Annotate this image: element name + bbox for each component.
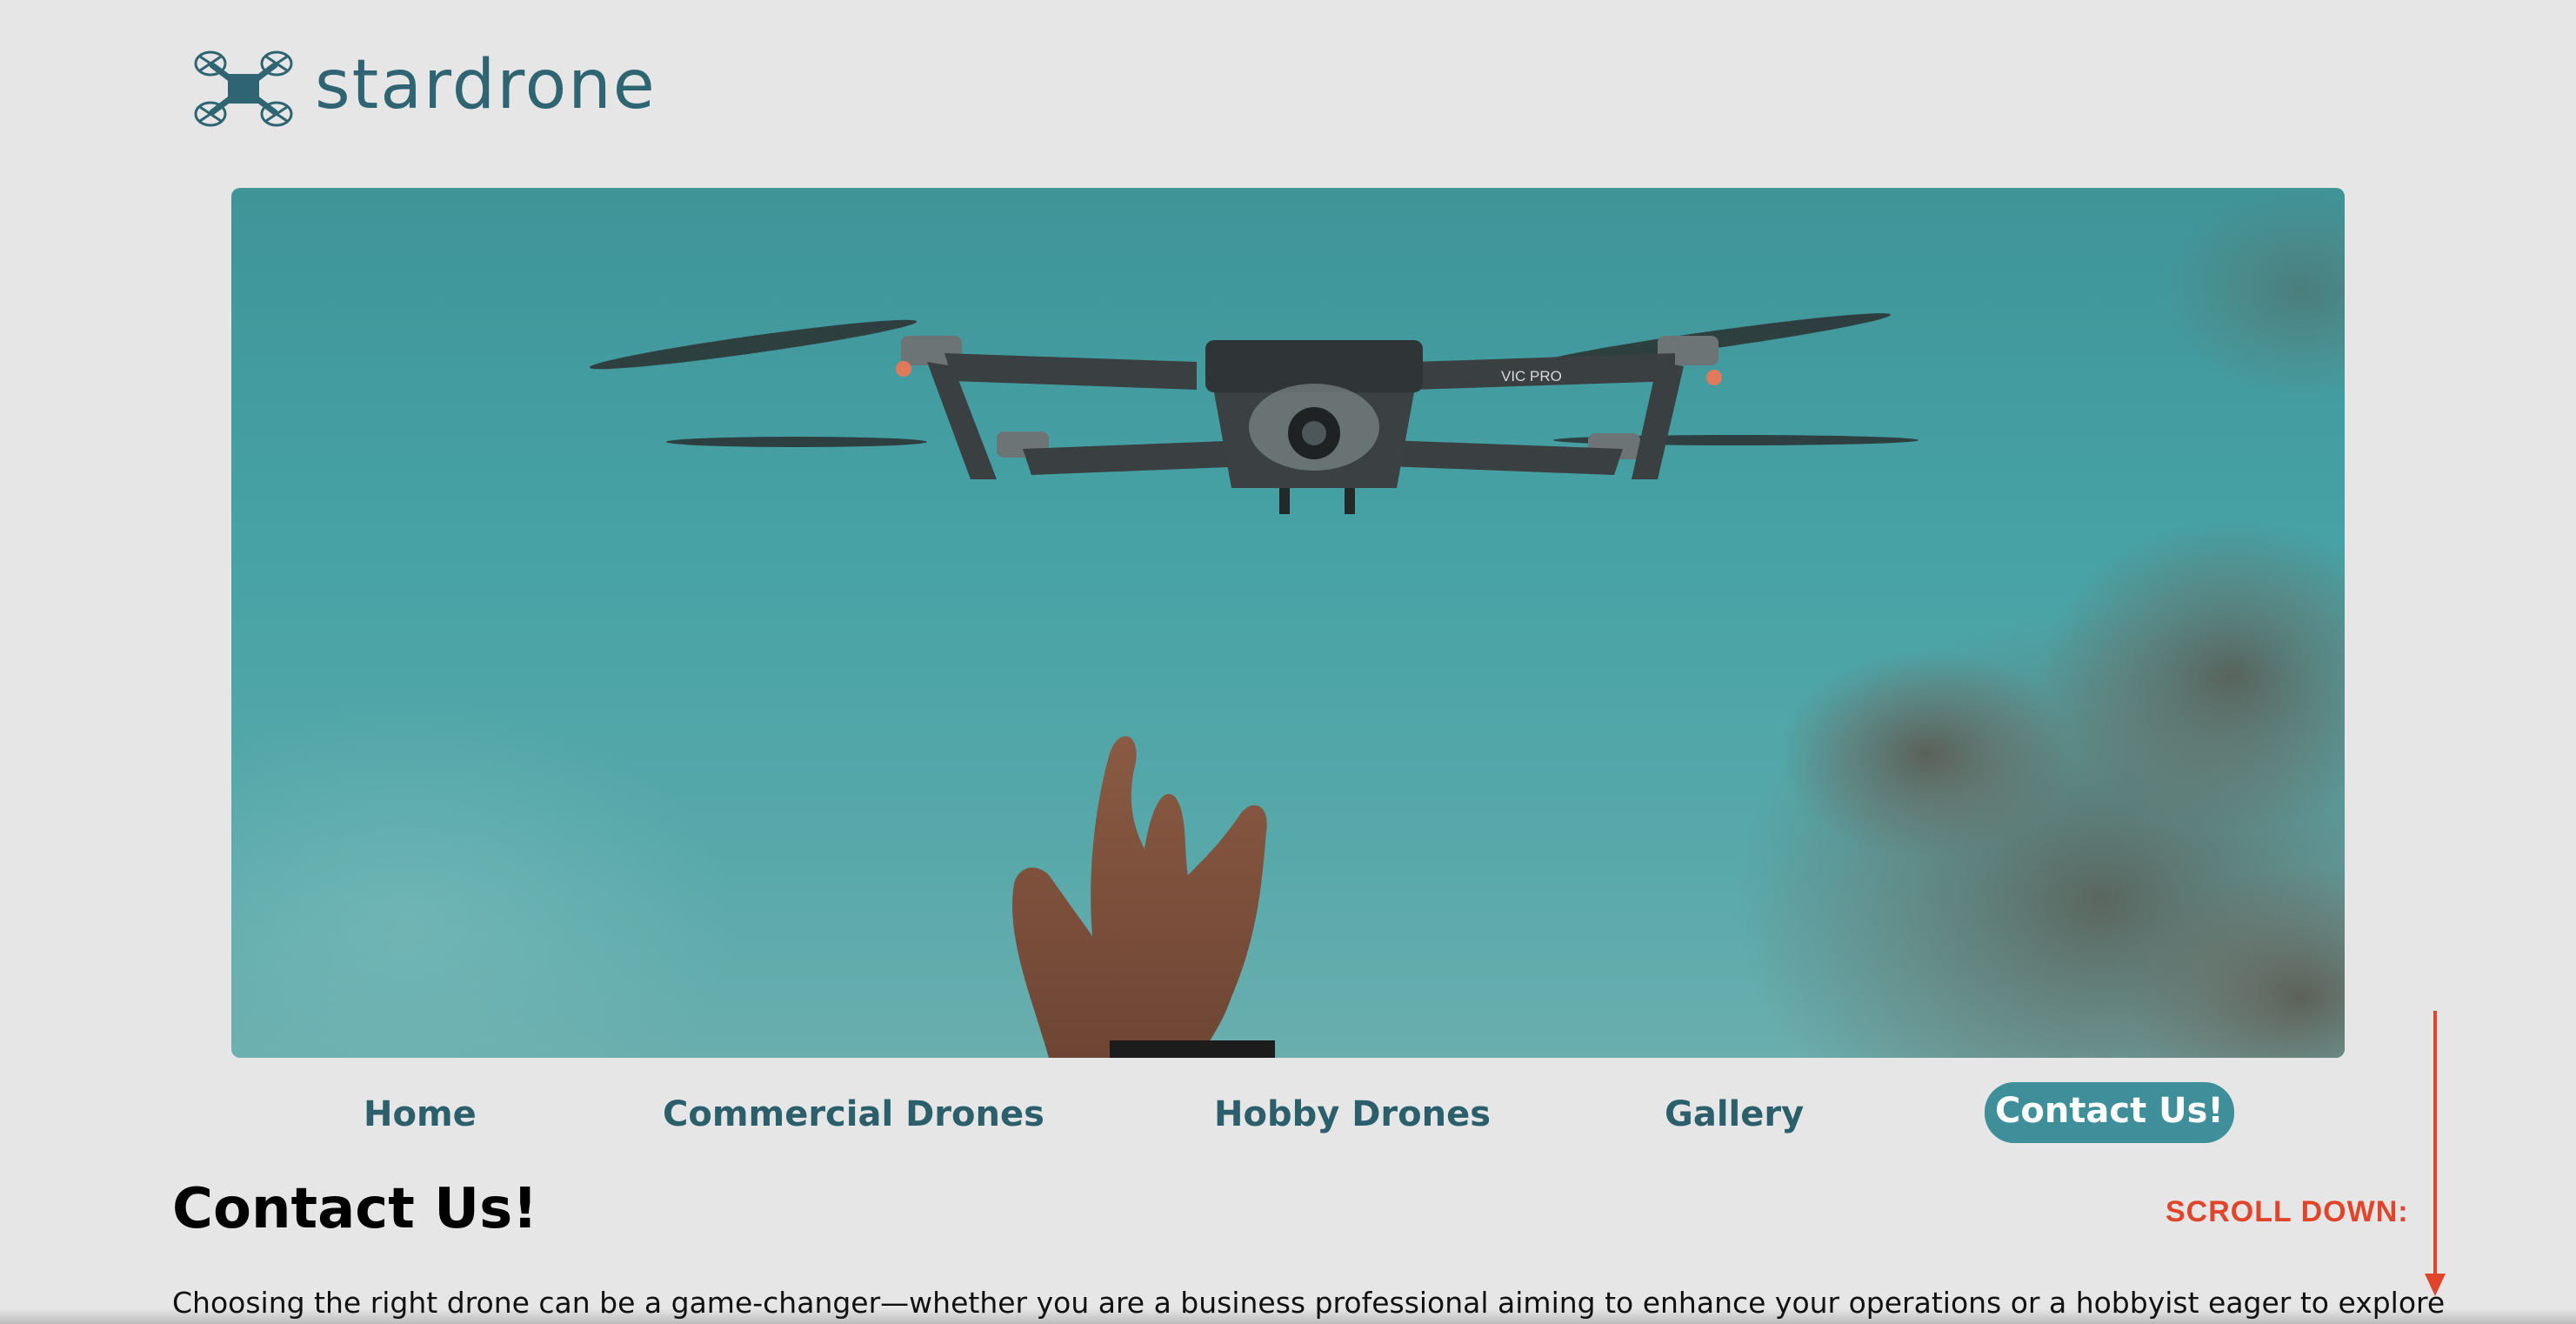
nav-hobby-drones[interactable]: Hobby Drones	[1214, 1094, 1491, 1134]
brand-name: stardrone	[315, 46, 657, 124]
nav-gallery[interactable]: Gallery	[1665, 1094, 1804, 1134]
nav-commercial-drones[interactable]: Commercial Drones	[663, 1094, 1044, 1134]
hero-image: VIC PRO	[231, 188, 2345, 1058]
page: stardrone VIC PRO Home Commercial Drones…	[0, 0, 2576, 1324]
site-logo[interactable]: stardrone	[193, 45, 657, 132]
nav-home[interactable]: Home	[364, 1094, 477, 1134]
page-title: Contact Us!	[172, 1177, 538, 1241]
scroll-down-label: SCROLL DOWN:	[2166, 1195, 2409, 1228]
drone-logo-icon	[194, 50, 293, 127]
arrow-down-icon	[2425, 1011, 2446, 1296]
main-nav: Home Commercial Drones Hobby Drones Gall…	[231, 1079, 2345, 1157]
drone-model-label: VIC PRO	[1501, 368, 1562, 384]
nav-contact-us[interactable]: Contact Us!	[1985, 1082, 2234, 1143]
intro-paragraph: Choosing the right drone can be a game-c…	[172, 1286, 2446, 1320]
